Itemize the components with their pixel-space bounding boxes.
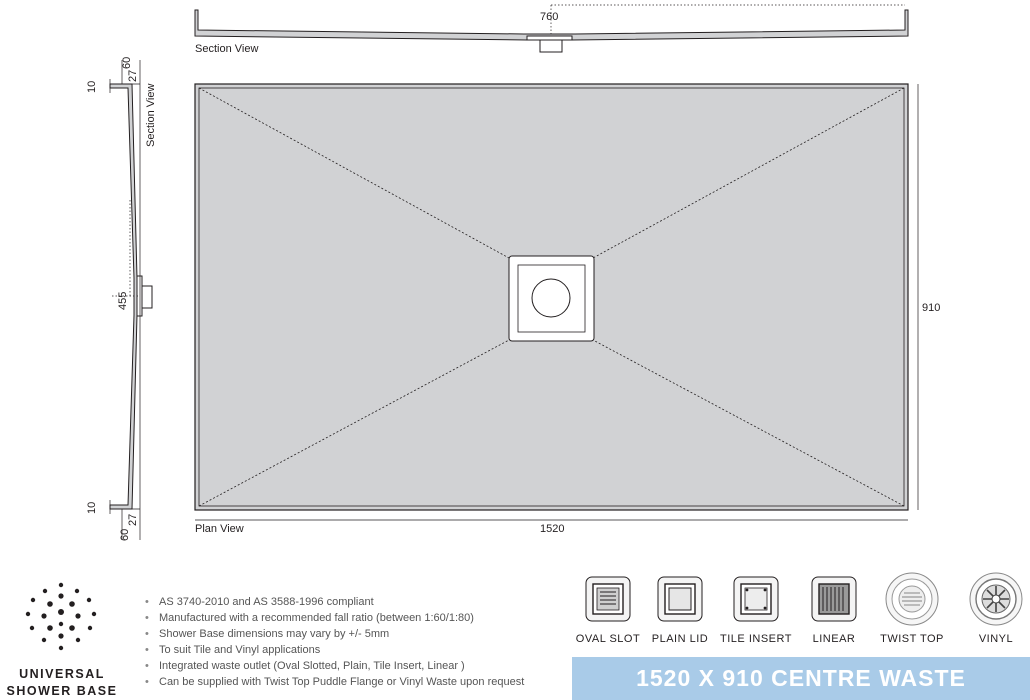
waste-option-vinyl: VINYL: [960, 572, 1030, 645]
waste-option-tile-insert: TILE INSERT: [720, 576, 792, 645]
waste-option-label: LINEAR: [812, 633, 856, 645]
waste-option-oval-slot: OVAL SLOT: [572, 576, 644, 645]
waste-option-linear: LINEAR: [798, 576, 870, 645]
dim-10-top-label: 10: [86, 80, 98, 93]
feature-item: Manufactured with a recommended fall rat…: [145, 610, 524, 626]
tile-insert-icon: [733, 576, 779, 622]
dim-1520-label: 1520: [540, 523, 565, 535]
banner-title: 1520 X 910 CENTRE WASTE: [636, 665, 966, 691]
title-banner: 1520 X 910 CENTRE WASTE: [572, 657, 1030, 700]
vinyl-icon: [969, 572, 1023, 626]
waste-option-label: VINYL: [978, 633, 1014, 645]
section-view-label-top: Section View: [195, 43, 259, 55]
brand-logo-dots: [25, 582, 97, 651]
plain-lid-icon: [657, 576, 703, 622]
feature-item: Integrated waste outlet (Oval Slotted, P…: [145, 658, 524, 674]
waste-option-label: TILE INSERT: [720, 633, 792, 645]
dim-27-top-label: 27: [127, 69, 139, 82]
brand-line-1: UNIVERSAL: [19, 667, 105, 681]
dim-60-bottom-label: 60: [119, 528, 131, 541]
dim-60-top-label: 60: [121, 56, 133, 69]
plan-view: [194, 83, 909, 511]
feature-list: AS 3740-2010 and AS 3588-1996 compliant …: [145, 594, 524, 690]
waste-option-label: PLAIN LID: [651, 633, 709, 645]
twist-top-icon: [885, 572, 939, 626]
waste-option-label: TWIST TOP: [880, 633, 944, 645]
brand-line-2: SHOWER BASE: [6, 684, 118, 698]
dim-910-label: 910: [922, 302, 941, 314]
waste-option-twist-top: TWIST TOP: [876, 572, 948, 645]
feature-item: Can be supplied with Twist Top Puddle Fl…: [145, 674, 524, 690]
oval-slot-icon: [585, 576, 631, 622]
feature-item: Shower Base dimensions may vary by +/- 5…: [145, 626, 524, 642]
dim-27-bottom-label: 27: [127, 513, 139, 526]
dim-455-label: 455: [117, 291, 129, 310]
waste-option-label: OVAL SLOT: [575, 633, 641, 645]
dim-760-label: 760: [540, 11, 559, 23]
feature-item: To suit Tile and Vinyl applications: [145, 642, 524, 658]
plan-view-label: Plan View: [195, 523, 244, 535]
linear-icon: [811, 576, 857, 622]
dim-10-bottom-label: 10: [86, 501, 98, 514]
feature-item: AS 3740-2010 and AS 3588-1996 compliant: [145, 594, 524, 610]
section-view-label-side: Section View: [145, 83, 157, 147]
waste-option-plain-lid: PLAIN LID: [644, 576, 716, 645]
